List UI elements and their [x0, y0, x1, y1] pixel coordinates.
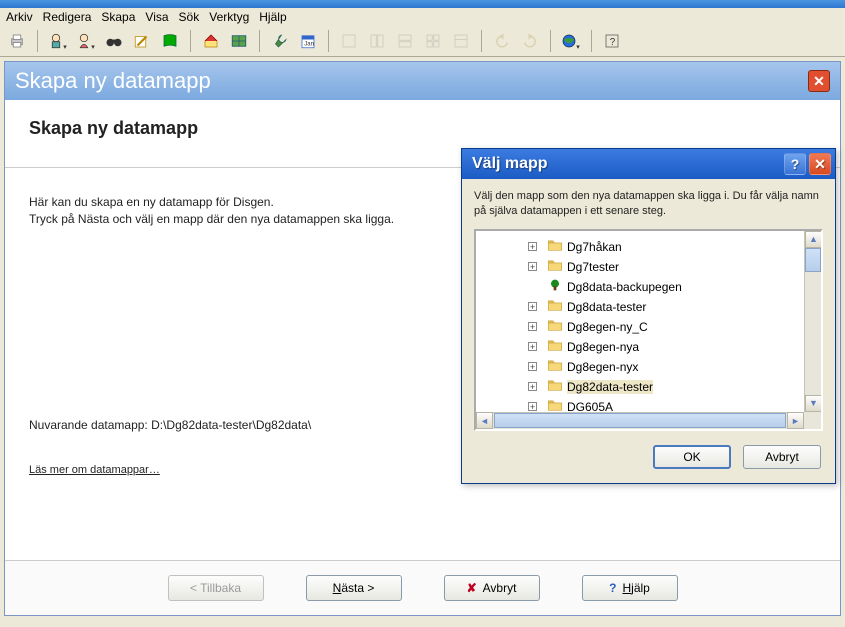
print-icon[interactable]: [6, 30, 28, 52]
home-icon[interactable]: [200, 30, 222, 52]
folder-icon: [547, 258, 563, 275]
tree-item[interactable]: + Dg7tester: [480, 257, 817, 277]
menu-redigera[interactable]: Redigera: [43, 10, 92, 24]
svg-text:Jan: Jan: [304, 42, 314, 48]
dialog-title: Välj mapp: [472, 155, 548, 173]
tree-item-label: Dg8egen-nyx: [567, 360, 638, 374]
scroll-right-icon[interactable]: ►: [787, 412, 804, 429]
person-male-icon[interactable]: ▾: [47, 30, 69, 52]
calendar-icon[interactable]: Jan: [297, 30, 319, 52]
folder-icon: [547, 358, 563, 375]
hscroll-thumb[interactable]: [494, 413, 786, 428]
tree-item-label: Dg8data-backupegen: [567, 280, 682, 294]
wizard-title: Skapa ny datamapp: [15, 68, 211, 94]
tree-item-label: Dg7tester: [567, 260, 619, 274]
app-titlebar: [0, 0, 845, 8]
folder-picker-dialog: Välj mapp ? ✕ Välj den mapp som den nya …: [461, 148, 836, 484]
expand-icon[interactable]: +: [528, 362, 537, 371]
folder-icon: [547, 338, 563, 355]
folder-tree: +Dg7håkan+Dg7tester+Dg8data-backupegen+D…: [474, 229, 823, 431]
expand-icon[interactable]: +: [528, 302, 537, 311]
tree-item[interactable]: + Dg8data-tester: [480, 297, 817, 317]
tree-item-label: Dg82data-tester: [567, 380, 653, 394]
scroll-thumb[interactable]: [805, 248, 821, 272]
menu-visa[interactable]: Visa: [145, 10, 168, 24]
menu-sok[interactable]: Sök: [179, 10, 200, 24]
tree-icon: [547, 278, 563, 295]
binoculars-icon[interactable]: [103, 30, 125, 52]
undo-icon[interactable]: [491, 30, 513, 52]
folder-icon: [547, 318, 563, 335]
layout1-icon[interactable]: [338, 30, 360, 52]
pencil-note-icon[interactable]: [131, 30, 153, 52]
expand-icon[interactable]: +: [528, 402, 537, 411]
back-button: < Tillbaka: [168, 575, 264, 601]
tree-item-label: Dg8data-tester: [567, 300, 646, 314]
dialog-help-icon[interactable]: ?: [784, 153, 806, 175]
help-icon[interactable]: ?: [601, 30, 623, 52]
menu-hjalp[interactable]: Hjälp: [259, 10, 286, 24]
layout3-icon[interactable]: [394, 30, 416, 52]
menu-arkiv[interactable]: Arkiv: [6, 10, 33, 24]
tree-item[interactable]: + Dg8egen-ny_C: [480, 317, 817, 337]
menu-verktyg[interactable]: Verktyg: [209, 10, 249, 24]
svg-text:?: ?: [610, 37, 616, 48]
expand-icon[interactable]: +: [528, 242, 537, 251]
tree-item[interactable]: +Dg8data-backupegen: [480, 277, 817, 297]
scroll-left-icon[interactable]: ◄: [476, 412, 493, 429]
layout4-icon[interactable]: [422, 30, 444, 52]
globe-icon[interactable]: ▾: [560, 30, 582, 52]
tree-item[interactable]: + Dg8egen-nya: [480, 337, 817, 357]
tree-item-label: Dg7håkan: [567, 240, 622, 254]
redo-icon[interactable]: [519, 30, 541, 52]
expand-icon[interactable]: +: [528, 322, 537, 331]
folder-icon: [547, 378, 563, 395]
person-female-icon[interactable]: ▾: [75, 30, 97, 52]
world-map-icon[interactable]: [228, 30, 250, 52]
tree-item[interactable]: + Dg82data-tester: [480, 377, 817, 397]
menu-skapa[interactable]: Skapa: [101, 10, 135, 24]
dialog-text: Välj den mapp som den nya datamappen ska…: [474, 189, 823, 219]
help-button[interactable]: ?Hjälp: [582, 575, 678, 601]
menubar: Arkiv Redigera Skapa Visa Sök Verktyg Hj…: [0, 8, 845, 26]
horizontal-scrollbar[interactable]: ◄ ►: [476, 412, 804, 429]
vertical-scrollbar[interactable]: ▲ ▼: [804, 231, 821, 412]
tree-item-label: Dg8egen-nya: [567, 340, 639, 354]
toolbar: ▾ ▾ Jan ▾ ?: [0, 26, 845, 57]
wizard-heading: Skapa ny datamapp: [29, 118, 816, 139]
dialog-cancel-button[interactable]: Avbryt: [743, 445, 821, 469]
ok-button[interactable]: OK: [653, 445, 731, 469]
wizard-buttons: < Tillbaka Nästa > ✘Avbryt ?Hjälp: [5, 560, 840, 615]
tree-item[interactable]: + Dg7håkan: [480, 237, 817, 257]
expand-icon[interactable]: +: [528, 382, 537, 391]
expand-icon[interactable]: +: [528, 342, 537, 351]
tree-item-label: Dg8egen-ny_C: [567, 320, 648, 334]
close-icon[interactable]: ✕: [808, 70, 830, 92]
folder-icon: [547, 238, 563, 255]
scroll-down-icon[interactable]: ▼: [805, 395, 821, 412]
read-more-link[interactable]: Läs mer om datamappar…: [29, 464, 160, 476]
book-icon[interactable]: [159, 30, 181, 52]
folder-icon: [547, 298, 563, 315]
wrench-icon[interactable]: [269, 30, 291, 52]
expand-icon[interactable]: +: [528, 262, 537, 271]
cancel-button[interactable]: ✘Avbryt: [444, 575, 540, 601]
dialog-close-icon[interactable]: ✕: [809, 153, 831, 175]
layout5-icon[interactable]: [450, 30, 472, 52]
layout2-icon[interactable]: [366, 30, 388, 52]
tree-item[interactable]: + Dg8egen-nyx: [480, 357, 817, 377]
scroll-up-icon[interactable]: ▲: [805, 231, 821, 248]
next-button[interactable]: Nästa >: [306, 575, 402, 601]
